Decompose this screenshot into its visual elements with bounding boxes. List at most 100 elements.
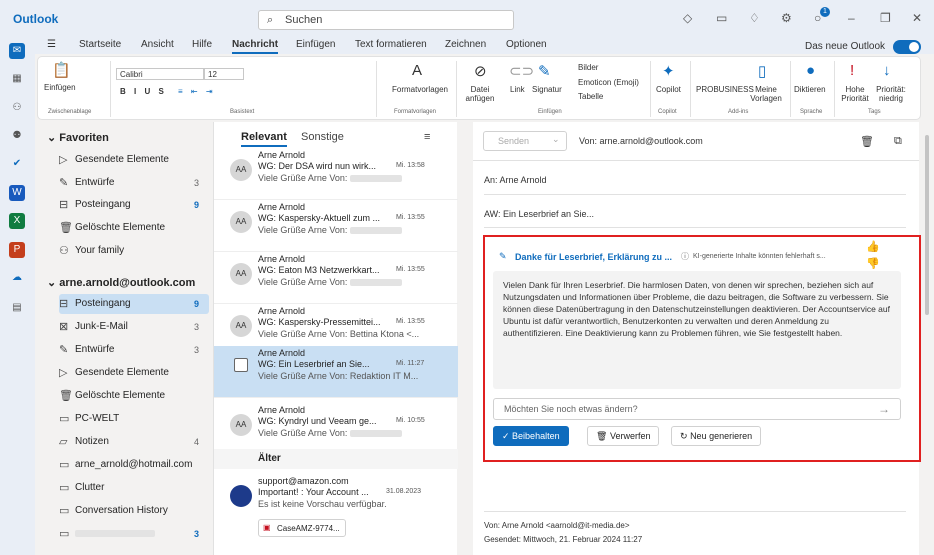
search-box[interactable]: ⌕ Suchen — [258, 10, 514, 30]
groups-icon[interactable]: ⚉ — [9, 128, 25, 144]
folder-inbox[interactable]: ⊟ Posteingang 9 — [59, 195, 209, 215]
font-name-select[interactable]: Calibri — [116, 68, 204, 80]
onedrive-icon[interactable]: ☁ — [9, 270, 25, 286]
account-header[interactable]: ⌄ arne.arnold@outlook.com — [47, 276, 195, 289]
folder-drafts[interactable]: ✎ Entwürfe 3 — [59, 173, 209, 193]
diamond-icon[interactable]: ◇ — [683, 11, 692, 25]
tab-einfuegen[interactable]: Einfügen — [296, 39, 335, 50]
folder-deleted[interactable]: 🗑 Gelöschte Elemente — [59, 218, 209, 238]
font-size-select[interactable]: 12 — [204, 68, 244, 80]
paste-icon[interactable]: 📋 — [52, 61, 71, 79]
tab-relevant[interactable]: Relevant — [241, 131, 287, 147]
table-button[interactable]: Tabelle — [578, 92, 603, 101]
send-button[interactable]: Senden ⌄ — [483, 131, 567, 151]
scrollbar[interactable] — [925, 135, 929, 315]
mail-icon[interactable]: ✉ — [9, 43, 25, 59]
ai-notice: KI-generierte Inhalte könnten fehlerhaft… — [693, 253, 826, 260]
regenerate-button[interactable]: ↻ Neu generieren — [671, 426, 762, 446]
folder-pcwelt[interactable]: ▭ PC-WELT — [59, 409, 209, 429]
word-icon[interactable]: W — [9, 185, 25, 201]
from-field[interactable]: Von: arne.arnold@outlook.com — [579, 136, 703, 146]
avatar: AA — [230, 211, 252, 233]
dictate-button[interactable]: Diktieren — [794, 85, 826, 94]
list-item[interactable]: AA Arne Arnold WG: Kyndryl und Veeam ge.… — [214, 403, 458, 455]
my-templates-button[interactable]: Meine Vorlagen — [746, 85, 786, 103]
emoticon-button[interactable]: Emoticon (Emoji) — [578, 78, 639, 87]
exclamation-icon[interactable]: ! — [850, 62, 854, 79]
copilot-button[interactable]: Copilot — [656, 85, 681, 94]
link-icon[interactable]: ⊂⊃ — [509, 62, 534, 80]
format-templates-button[interactable]: Formatvorlagen — [388, 85, 452, 94]
tab-optionen[interactable]: Optionen — [506, 39, 547, 50]
restore-icon[interactable]: ❐ — [880, 11, 891, 25]
tab-ansicht[interactable]: Ansicht — [141, 39, 174, 50]
folder-account-inbox[interactable]: ⊟ Posteingang 9 — [59, 294, 209, 314]
discard-button[interactable]: 🗑 Verwerfen — [587, 426, 660, 446]
gear-icon[interactable]: ⚙ — [781, 11, 792, 25]
tab-nachricht[interactable]: Nachricht — [232, 39, 279, 54]
format-buttons[interactable]: B I U S — [120, 87, 167, 96]
folder-account-deleted[interactable]: 🗑 Gelöschte Elemente — [59, 386, 209, 406]
folder-blurred[interactable]: ▭ 3 — [59, 524, 209, 544]
pictures-button[interactable]: Bilder — [578, 63, 598, 72]
new-outlook-toggle[interactable] — [893, 40, 921, 54]
whiteboard-icon[interactable]: ▭ — [716, 11, 727, 25]
folder-account-drafts[interactable]: ✎ Entwürfe 3 — [59, 340, 209, 360]
folder-hotmail[interactable]: ▭ arne_arnold@hotmail.com — [59, 455, 209, 475]
arrow-right-icon[interactable]: → — [878, 402, 890, 416]
high-priority-button[interactable]: Hohe Priorität — [838, 85, 872, 103]
list-buttons[interactable]: ≡ ⇤ ⇥ — [178, 87, 216, 96]
folder-clutter[interactable]: ▭ Clutter — [59, 478, 209, 498]
folder-junk[interactable]: ⊠ Junk-E-Mail 3 — [59, 317, 209, 337]
copilot-icon[interactable]: ✦ — [662, 62, 675, 80]
list-item[interactable]: AA Arne Arnold WG: Eaton M3 Netzwerkkart… — [214, 252, 458, 304]
paste-button[interactable]: Einfügen — [44, 83, 76, 92]
attach-icon[interactable]: ⊘ — [474, 62, 487, 80]
folder-family[interactable]: ⚇ Your family — [59, 241, 209, 261]
bell-icon[interactable]: ♢ — [749, 11, 760, 25]
attach-file-button[interactable]: Datei anfügen — [460, 85, 500, 103]
subject-field[interactable]: AW: Ein Leserbrief an Sie... — [484, 209, 594, 219]
to-field[interactable]: An: Arne Arnold — [484, 175, 547, 185]
list-item[interactable]: AA Arne Arnold WG: Kaspersky-Aktuell zum… — [214, 200, 458, 252]
list-item[interactable]: AA Arne Arnold WG: Der DSA wird nun wirk… — [214, 148, 458, 200]
close-icon[interactable]: ✕ — [912, 11, 922, 25]
todo-icon[interactable]: ✔ — [9, 156, 25, 172]
calendar-icon[interactable]: ▦ — [9, 71, 25, 87]
powerpoint-icon[interactable]: P — [9, 242, 25, 258]
arrow-down-icon[interactable]: ↓ — [883, 62, 891, 79]
refine-input[interactable]: Möchten Sie noch etwas ändern? → — [493, 398, 901, 420]
microphone-icon[interactable]: ● — [806, 62, 815, 79]
people-icon[interactable]: ⚇ — [9, 100, 25, 116]
tab-startseite[interactable]: Startseite — [79, 39, 121, 50]
folder-notes[interactable]: ▱ Notizen 4 — [59, 432, 209, 452]
favorites-header[interactable]: ⌄ Favoriten — [47, 131, 109, 144]
my-templates-icon[interactable]: ▯ — [758, 62, 766, 80]
filter-icon[interactable]: ≡ — [424, 131, 430, 143]
tab-text-formatieren[interactable]: Text formatieren — [355, 39, 427, 50]
folder-conversation-history[interactable]: ▭ Conversation History — [59, 501, 209, 521]
signature-icon[interactable]: ✎ — [538, 62, 551, 80]
excel-icon[interactable]: X — [9, 213, 25, 229]
tab-other[interactable]: Sonstige — [301, 131, 344, 143]
attachment-chip[interactable]: ▣ CaseAMZ-9774... — [258, 519, 346, 537]
keep-button[interactable]: ✓ Beibehalten — [493, 426, 569, 446]
link-button[interactable]: Link — [510, 85, 525, 94]
styles-icon[interactable]: A — [412, 62, 422, 79]
apps-icon[interactable]: ▤ — [9, 300, 25, 316]
signature-button[interactable]: Signatur — [532, 85, 562, 94]
select-checkbox[interactable] — [234, 358, 248, 372]
thumbs-down-icon[interactable]: 👎 — [866, 257, 880, 270]
tab-zeichnen[interactable]: Zeichnen — [445, 39, 486, 50]
low-priority-button[interactable]: Priorität: niedrig — [873, 85, 909, 103]
trash-icon[interactable]: 🗑 — [860, 135, 874, 148]
list-item-selected[interactable]: Arne Arnold WG: Ein Leserbrief an Sie...… — [214, 346, 458, 398]
minimize-icon[interactable]: – — [848, 11, 855, 25]
hamburger-icon[interactable]: ☰ — [47, 39, 56, 50]
thumbs-up-icon[interactable]: 👍 — [866, 240, 880, 253]
popout-icon[interactable]: ⧉ — [894, 135, 902, 148]
list-item[interactable]: support@amazon.com Important! : Your Acc… — [214, 474, 458, 554]
folder-sent[interactable]: ▷ Gesendete Elemente — [59, 150, 209, 170]
tab-hilfe[interactable]: Hilfe — [192, 39, 212, 50]
folder-account-sent[interactable]: ▷ Gesendete Elemente — [59, 363, 209, 383]
